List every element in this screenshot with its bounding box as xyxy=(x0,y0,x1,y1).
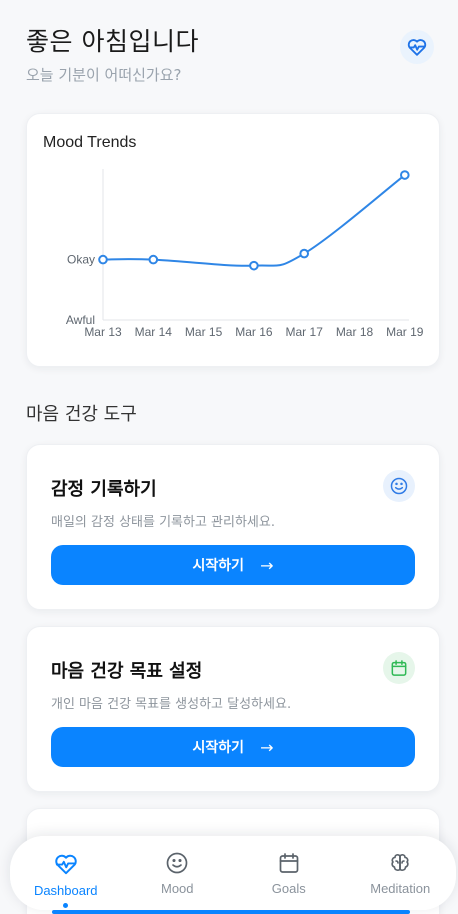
tool-card-title: 감정 기록하기 xyxy=(51,479,157,500)
x-tick-label: Mar 14 xyxy=(135,325,173,339)
arrow-right-icon: → xyxy=(260,555,274,575)
heart-pulse-icon xyxy=(55,854,77,875)
brain-icon xyxy=(391,854,409,871)
calendar-icon xyxy=(391,660,407,676)
mood-data-point xyxy=(400,170,410,180)
heart-pulse-button[interactable] xyxy=(400,30,434,64)
arrow-right-icon: → xyxy=(260,737,274,757)
page-title: 좋은 아침입니다 xyxy=(26,27,199,56)
start-button[interactable]: 시작하기 → xyxy=(51,545,415,585)
mood-data-point xyxy=(98,254,108,265)
tab-goals[interactable]: Goals xyxy=(239,851,339,896)
tab-mood[interactable]: Mood xyxy=(127,851,227,896)
mood-series-line xyxy=(102,174,406,267)
x-tick-label: Mar 13 xyxy=(84,325,122,339)
start-button-label: 시작하기 xyxy=(192,740,245,756)
tab-meditation[interactable]: Meditation xyxy=(350,851,450,896)
smile-icon-badge xyxy=(383,470,415,502)
page-subtitle: 오늘 기분이 어떠신가요? xyxy=(26,66,182,84)
tool-card-emotion-log: 감정 기록하기 매일의 감정 상태를 기록하고 관리하세요. 시작하기 → xyxy=(26,444,440,610)
y-tick-label: Okay xyxy=(67,253,95,267)
tab-dashboard[interactable]: Dashboard xyxy=(16,851,116,908)
tool-card-title: 마음 건강 목표 설정 xyxy=(51,661,203,682)
tool-card-description: 매일의 감정 상태를 기록하고 관리하세요. xyxy=(51,515,275,530)
x-tick-label: Mar 19 xyxy=(386,325,424,339)
section-title: 마음 건강 도구 xyxy=(26,404,137,425)
active-indicator xyxy=(63,903,69,908)
home-indicator xyxy=(52,910,410,914)
tool-card-goal-setting: 마음 건강 목표 설정 개인 마음 건강 목표를 생성하고 달성하세요. 시작하… xyxy=(26,626,440,792)
x-tick-label: Mar 18 xyxy=(336,325,374,339)
tab-label: Mood xyxy=(160,881,194,896)
smile-icon xyxy=(390,477,408,495)
mood-data-point xyxy=(148,254,159,265)
header: 좋은 아침입니다 오늘 기분이 어떠신가요? xyxy=(26,22,442,84)
heart-pulse-icon xyxy=(407,39,427,56)
start-button[interactable]: 시작하기 → xyxy=(51,727,415,767)
x-tick-label: Mar 17 xyxy=(286,325,324,339)
tab-label: Goals xyxy=(271,881,306,896)
calendar-icon-badge xyxy=(383,652,415,684)
tool-card-description: 개인 마음 건강 목표를 생성하고 달성하세요. xyxy=(51,697,292,712)
mood-trends-card: Mood Trends Awful Okay Mar 13 Mar 14 Mar 15 M… xyxy=(26,113,440,367)
x-tick-label: Mar 16 xyxy=(235,325,273,339)
x-tick-label: Mar 15 xyxy=(185,325,223,339)
mood-data-point xyxy=(249,260,259,271)
smile-icon xyxy=(166,852,188,874)
mood-trends-chart: AwfulOkayMar 13 Mar 14 Mar 15 Mar 16 Mar 17 M… xyxy=(66,169,424,339)
tab-label: Dashboard xyxy=(33,883,98,898)
mood-data-point xyxy=(299,248,310,259)
bottom-tab-bar: Dashboard Mood Goals Meditation xyxy=(10,836,456,910)
tab-label: Meditation xyxy=(370,881,431,896)
calendar-icon xyxy=(279,853,299,873)
start-button-label: 시작하기 xyxy=(192,558,245,574)
